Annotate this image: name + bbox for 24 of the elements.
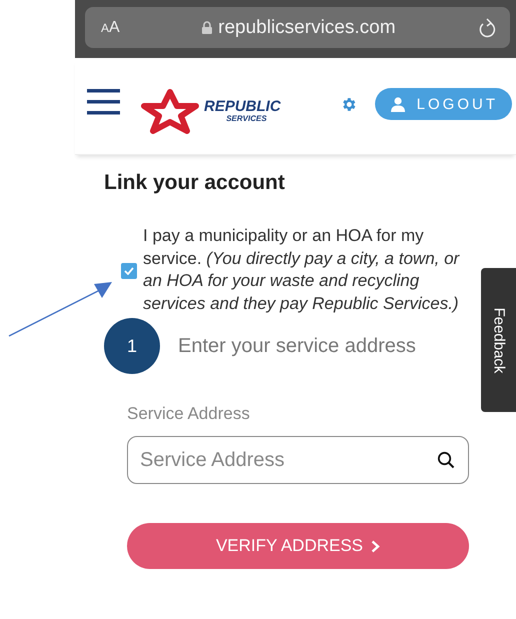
logo-tagline: SERVICES [226,114,267,123]
step-number: 1 [104,318,160,374]
url-text: republicservices.com [218,16,396,38]
address-bar[interactable]: AA republicservices.com [85,7,510,48]
page-title: Link your account [104,171,286,195]
reload-icon[interactable] [478,18,496,38]
text-size-button[interactable]: AA [101,18,120,36]
menu-icon[interactable] [87,88,120,116]
checkbox[interactable] [121,263,137,279]
user-icon [390,96,405,112]
feedback-tab[interactable]: Feedback [481,268,516,412]
lock-icon [202,21,212,34]
search-icon[interactable] [437,451,455,469]
checkmark-icon [124,267,134,275]
address-field[interactable]: Service Address [127,436,469,484]
logout-button[interactable]: LOGOUT [374,88,512,120]
chevron-right-icon [371,540,380,552]
field-label: Service Address [127,404,251,424]
checkbox-label: I pay a municipality or an HOA for my service. (You directly pay a city, a town, or an HOA for your waste and recycling services and they pay Republic Services.) [143,225,461,314]
feedback-label: Feedback [490,307,507,373]
verify-address-button[interactable]: VERIFY ADDRESS [127,523,469,569]
star-logo-icon [138,88,202,134]
step-label: Enter your service address [178,334,416,358]
logo-name: REPUBLIC [204,99,281,114]
